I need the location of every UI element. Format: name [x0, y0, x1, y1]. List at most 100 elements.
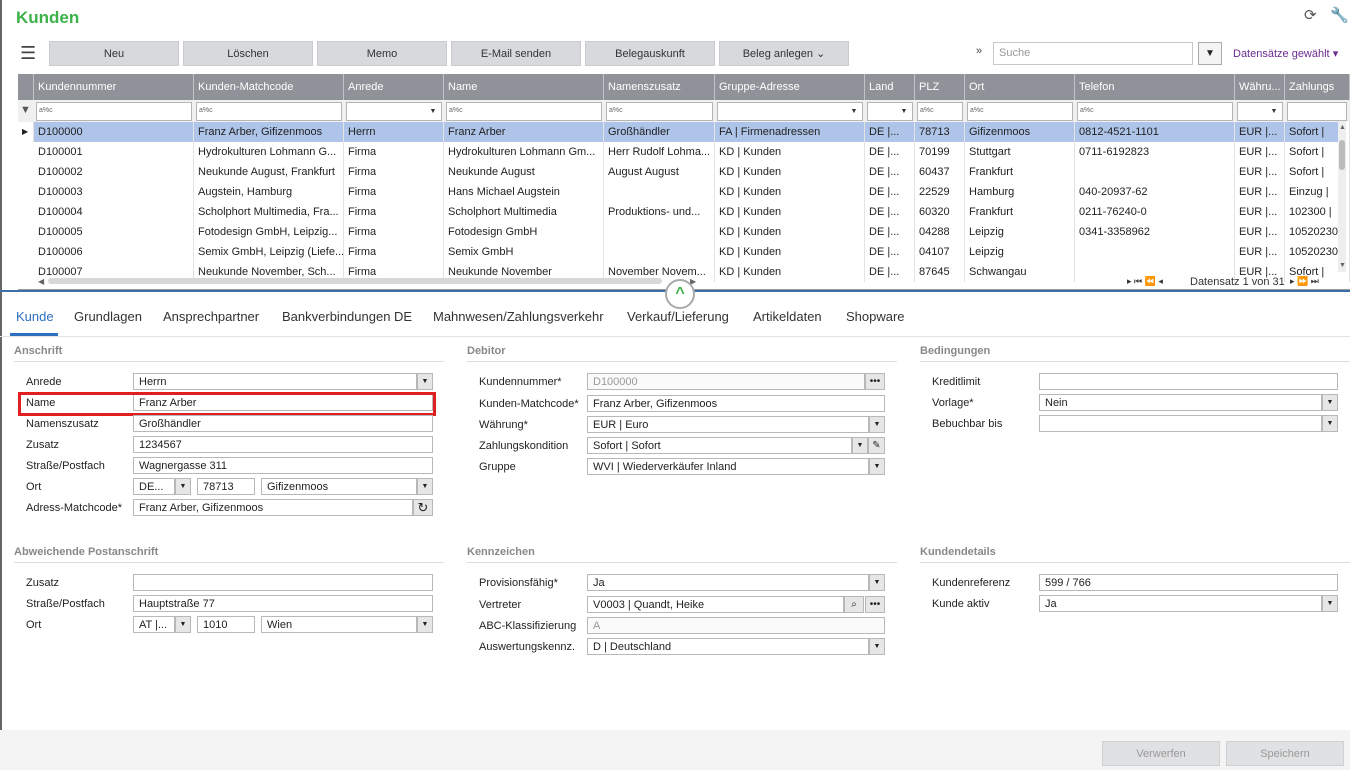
- table-row[interactable]: D100001 Hydrokulturen Lohmann G... Firma Hy…: [18, 142, 1350, 162]
- dropdown-arrow-icon[interactable]: ▼: [869, 416, 885, 433]
- table-row[interactable]: D100004 Scholphort Multimedia, Fra... Firm…: [18, 202, 1350, 222]
- abw-ort-select[interactable]: Wien: [261, 616, 417, 633]
- col-name[interactable]: Name: [444, 74, 604, 100]
- save-button[interactable]: Speichern: [1226, 741, 1344, 766]
- wrench-icon[interactable]: 🔧: [1330, 6, 1349, 24]
- dropdown-arrow-icon[interactable]: ▼: [417, 616, 433, 633]
- pager-nav-back[interactable]: ▸ ⏮ ⏪ ◂: [1127, 276, 1163, 287]
- filter-ort[interactable]: a%c: [967, 102, 1073, 121]
- filter-anrede[interactable]: ▼: [346, 102, 442, 121]
- filter-zahlung[interactable]: [1287, 102, 1347, 121]
- dropdown-arrow-icon[interactable]: ▼: [1322, 394, 1338, 411]
- dropdown-arrow-icon[interactable]: ▼: [1322, 415, 1338, 432]
- table-row[interactable]: D100003 Augstein, Hamburg Firma Hans Michae…: [18, 182, 1350, 202]
- scroll-down-icon[interactable]: ▼: [1339, 262, 1346, 269]
- col-matchcode[interactable]: Kunden-Matchcode: [194, 74, 344, 100]
- zahlungskondition-select[interactable]: Sofort | Sofort: [587, 437, 852, 454]
- filter-dropdown-icon[interactable]: ▼: [1198, 42, 1222, 65]
- auswertung-select[interactable]: D | Deutschland: [587, 638, 869, 655]
- dropdown-arrow-icon[interactable]: ▼: [417, 478, 433, 495]
- memo-button[interactable]: Memo: [317, 41, 447, 66]
- filter-name[interactable]: a%c: [446, 102, 602, 121]
- strasse-field[interactable]: Wagnergasse 311: [133, 457, 433, 474]
- adress-matchcode-field[interactable]: Franz Arber, Gifizenmoos: [133, 499, 413, 516]
- collapse-chevron-up-icon[interactable]: ^: [665, 279, 695, 309]
- filter-namenszusatz[interactable]: a%c: [606, 102, 713, 121]
- col-plz[interactable]: PLZ: [915, 74, 965, 100]
- tab-artikeldaten[interactable]: Artikeldaten: [753, 309, 822, 324]
- dropdown-arrow-icon[interactable]: ▼: [175, 616, 191, 633]
- filter-gruppe[interactable]: ▼: [717, 102, 863, 121]
- hamburger-menu-icon[interactable]: ☰: [20, 44, 36, 62]
- more-options-icon[interactable]: •••: [865, 596, 885, 613]
- horizontal-scrollbar[interactable]: [48, 278, 662, 284]
- namenszusatz-field[interactable]: Großhändler: [133, 415, 433, 432]
- refresh-icon[interactable]: ⟳: [1304, 6, 1317, 24]
- table-row[interactable]: D100005 Fotodesign GmbH, Leipzig... Firma F…: [18, 222, 1350, 242]
- abw-plz-field[interactable]: 1010: [197, 616, 255, 633]
- abw-zusatz-field[interactable]: [133, 574, 433, 591]
- dropdown-arrow-icon[interactable]: ▼: [175, 478, 191, 495]
- tab-bankverbindungen[interactable]: Bankverbindungen DE: [282, 309, 412, 324]
- col-gruppe[interactable]: Gruppe-Adresse: [715, 74, 865, 100]
- kundenreferenz-field[interactable]: 599 / 766: [1039, 574, 1338, 591]
- waehrung-select[interactable]: EUR | Euro: [587, 416, 869, 433]
- prev-page-fast-icon[interactable]: ⏪: [1145, 276, 1156, 286]
- more-options-icon[interactable]: •••: [865, 373, 885, 390]
- table-row[interactable]: D100002 Neukunde August, Frankfurt Firma Ne…: [18, 162, 1350, 182]
- tab-grundlagen[interactable]: Grundlagen: [74, 309, 142, 324]
- regenerate-icon[interactable]: ↻: [413, 499, 433, 516]
- plz-field[interactable]: 78713: [197, 478, 255, 495]
- col-ort[interactable]: Ort: [965, 74, 1075, 100]
- kreditlimit-field[interactable]: [1039, 373, 1338, 390]
- abw-land-select[interactable]: AT |...: [133, 616, 175, 633]
- prev-page-icon[interactable]: ◂: [1158, 276, 1163, 286]
- kunden-matchcode-field[interactable]: Franz Arber, Gifizenmoos: [587, 395, 885, 412]
- col-land[interactable]: Land: [865, 74, 915, 100]
- kunde-aktiv-select[interactable]: Ja: [1039, 595, 1322, 612]
- dropdown-arrow-icon[interactable]: ▼: [417, 373, 433, 390]
- delete-button[interactable]: Löschen: [183, 41, 313, 66]
- search-icon[interactable]: ⌕: [844, 596, 864, 613]
- vertreter-field[interactable]: V0003 | Quandt, Heike: [587, 596, 844, 613]
- abw-strasse-field[interactable]: Hauptstraße 77: [133, 595, 433, 612]
- col-kundennummer[interactable]: Kundennummer: [34, 74, 194, 100]
- filter-telefon[interactable]: a%c: [1077, 102, 1233, 121]
- selection-dropdown[interactable]: Datensätze gewählt ▾: [1233, 47, 1338, 60]
- dropdown-arrow-icon[interactable]: ▼: [1322, 595, 1338, 612]
- tab-shopware[interactable]: Shopware: [846, 309, 905, 324]
- filter-matchcode[interactable]: a%c: [196, 102, 342, 121]
- next-page-icon[interactable]: ▸: [1290, 276, 1295, 286]
- beleg-anlegen-button[interactable]: Beleg anlegen ⌄: [719, 41, 849, 66]
- email-button[interactable]: E-Mail senden: [451, 41, 581, 66]
- pager-prev-icon[interactable]: ▸: [1127, 276, 1132, 286]
- dropdown-arrow-icon[interactable]: ▼: [869, 574, 885, 591]
- vorlage-select[interactable]: Nein: [1039, 394, 1322, 411]
- table-row[interactable]: ▶ D100000 Franz Arber, Gifizenmoos Herrn Fra…: [18, 122, 1350, 142]
- filter-plz[interactable]: a%c: [917, 102, 963, 121]
- belegauskunft-button[interactable]: Belegauskunft: [585, 41, 715, 66]
- scroll-up-icon[interactable]: ▲: [1339, 124, 1346, 131]
- tab-ansprechpartner[interactable]: Ansprechpartner: [163, 309, 259, 324]
- bebuchbar-select[interactable]: [1039, 415, 1322, 432]
- filter-waehrung[interactable]: ▼: [1237, 102, 1283, 121]
- dropdown-arrow-icon[interactable]: ▼: [852, 437, 868, 454]
- filter-land[interactable]: ▼: [867, 102, 913, 121]
- zusatz-field[interactable]: 1234567: [133, 436, 433, 453]
- provision-select[interactable]: Ja: [587, 574, 869, 591]
- discard-button[interactable]: Verwerfen: [1102, 741, 1220, 766]
- tab-kunde[interactable]: Kunde: [16, 309, 54, 324]
- anrede-select[interactable]: Herrn: [133, 373, 417, 390]
- abc-field[interactable]: A: [587, 617, 885, 634]
- scroll-left-icon[interactable]: ◀: [38, 277, 44, 286]
- col-telefon[interactable]: Telefon: [1075, 74, 1235, 100]
- pager-nav-forward[interactable]: ▸ ⏩ ⏭: [1290, 276, 1319, 287]
- search-input[interactable]: Suche: [993, 42, 1193, 65]
- kundennummer-field[interactable]: D100000: [587, 373, 865, 390]
- col-anrede[interactable]: Anrede: [344, 74, 444, 100]
- next-page-fast-icon[interactable]: ⏩: [1297, 276, 1308, 286]
- first-page-icon[interactable]: ⏮: [1134, 276, 1142, 286]
- vertical-scroll-thumb[interactable]: [1339, 140, 1345, 170]
- filter-kundennummer[interactable]: a%c: [36, 102, 192, 121]
- table-row[interactable]: D100006 Semix GmbH, Leipzig (Liefe... Firm…: [18, 242, 1350, 262]
